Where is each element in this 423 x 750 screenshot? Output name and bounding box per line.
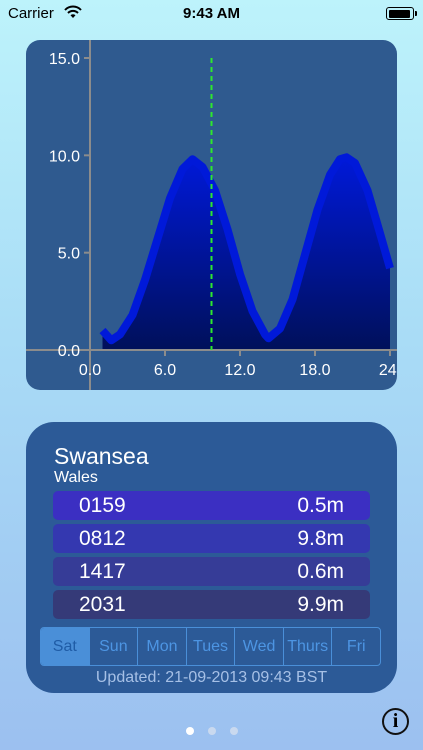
location-region: Wales [54, 469, 98, 486]
x-tick-label: 12.0 [224, 362, 255, 379]
x-tick-label: 24. [379, 362, 397, 379]
tide-height: 9.8m [297, 527, 344, 550]
battery-icon [386, 7, 417, 20]
location-name: Swansea [54, 443, 149, 469]
tide-chart: 0.0 5.0 10.0 15.0 0.0 6.0 12.0 18.0 24. [26, 40, 397, 390]
tide-time: 2031 [79, 593, 126, 616]
y-tick-label: 10.0 [49, 148, 80, 165]
tide-row: 2031 9.9m [53, 590, 370, 619]
tab-fri[interactable]: Fri [332, 628, 380, 665]
day-selector: Sat Sun Mon Tues Wed Thurs Fri [40, 627, 381, 666]
x-tick-label: 6.0 [154, 362, 176, 379]
page-dot[interactable] [229, 727, 238, 735]
tide-time: 0159 [79, 494, 126, 517]
tide-height: 0.6m [297, 560, 344, 583]
page-control[interactable] [0, 727, 423, 735]
tide-time: 1417 [79, 560, 126, 583]
tide-height: 9.9m [297, 593, 344, 616]
tide-info-panel: Swansea Wales 0159 0.5m 0812 9.8m 1417 0.6m 20… [26, 422, 397, 693]
page-dot[interactable] [185, 727, 194, 735]
tide-height: 0.5m [297, 494, 344, 517]
tab-wed[interactable]: Wed [235, 628, 284, 665]
info-icon[interactable]: i [382, 708, 409, 735]
tab-sat[interactable]: Sat [41, 628, 90, 665]
status-bar: Carrier 9:43 AM [0, 0, 423, 28]
tide-row: 0812 9.8m [53, 524, 370, 553]
updated-timestamp: Updated: 21-09-2013 09:43 BST [95, 669, 328, 686]
page-dot[interactable] [207, 727, 216, 735]
tide-chart-svg: 0.0 5.0 10.0 15.0 0.0 6.0 12.0 18.0 24. [26, 40, 397, 390]
y-tick-label: 15.0 [49, 51, 80, 68]
tab-tues[interactable]: Tues [187, 628, 236, 665]
y-tick-label: 0.0 [58, 343, 80, 360]
tab-thurs[interactable]: Thurs [284, 628, 333, 665]
battery-level [388, 9, 411, 18]
tide-row: 0159 0.5m [53, 491, 370, 520]
x-tick-label: 18.0 [299, 362, 330, 379]
status-time: 9:43 AM [183, 5, 240, 22]
tide-row: 1417 0.6m [53, 557, 370, 586]
x-tick-label: 0.0 [79, 362, 101, 379]
tab-sun[interactable]: Sun [90, 628, 139, 665]
tide-time: 0812 [79, 527, 126, 550]
y-tick-label: 5.0 [58, 246, 80, 263]
tide-area [102, 157, 390, 350]
tab-mon[interactable]: Mon [138, 628, 187, 665]
